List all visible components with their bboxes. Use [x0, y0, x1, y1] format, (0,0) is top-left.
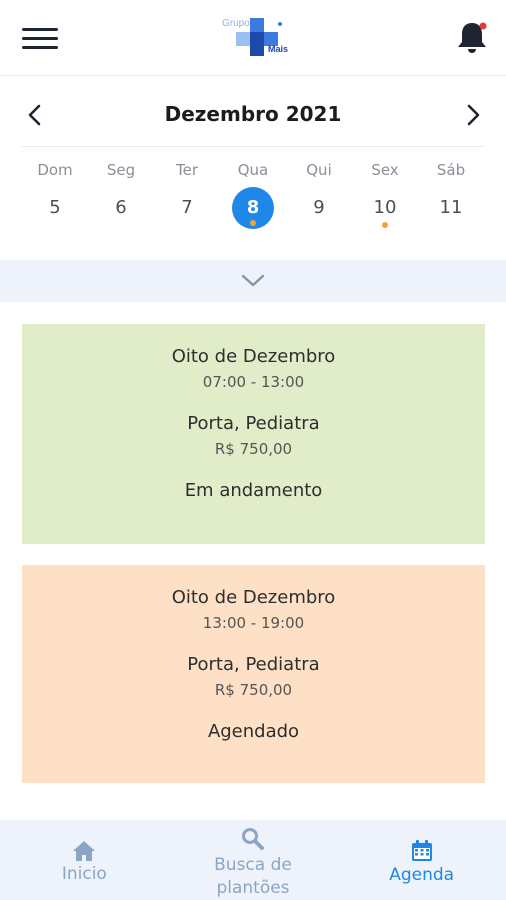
day-thursday[interactable]: Qui 9 [286, 158, 352, 238]
divider [22, 146, 484, 147]
shift-price: R$ 750,00 [214, 440, 293, 458]
day-name: Qua [237, 161, 269, 179]
shift-title: Oito de Dezembro [171, 346, 336, 367]
nav-home[interactable]: Inicio [0, 820, 169, 900]
day-number: 10 [373, 197, 397, 218]
shift-price: R$ 750,00 [214, 681, 293, 699]
hamburger-menu-icon[interactable] [22, 26, 60, 52]
notification-dot [479, 22, 487, 30]
shift-place: Porta, Pediatra [187, 654, 320, 675]
day-number: 11 [439, 197, 463, 218]
day-number: 5 [49, 197, 61, 218]
home-icon [73, 841, 96, 861]
day-name: Ter [175, 161, 198, 179]
day-name: Seg [106, 161, 136, 179]
day-sunday[interactable]: Dom 5 [22, 158, 88, 238]
chevron-down-icon [241, 274, 265, 287]
day-name: Sáb [436, 161, 466, 179]
event-dot [382, 222, 388, 228]
nav-home-label: Inicio [61, 864, 107, 884]
shift-place: Porta, Pediatra [187, 413, 320, 434]
nav-agenda[interactable]: Agenda [337, 820, 506, 900]
shift-card[interactable]: Oito de Dezembro 13:00 - 19:00 Porta, Pe… [22, 565, 485, 783]
expand-calendar-button[interactable] [0, 260, 506, 302]
shift-time: 07:00 - 13:00 [202, 373, 305, 391]
day-friday[interactable]: Sex 10 [352, 158, 418, 238]
day-monday[interactable]: Seg 6 [88, 158, 154, 238]
logo-text-bottom: Mais [268, 44, 289, 54]
day-tuesday[interactable]: Ter 7 [154, 158, 220, 238]
top-bar: Grupo Mais [0, 0, 506, 76]
day-number: 7 [181, 197, 193, 218]
shift-title: Oito de Dezembro [171, 587, 336, 608]
shift-time: 13:00 - 19:00 [202, 614, 305, 632]
week-strip: Dom 5 Seg 6 Ter 7 Qua 8 Qui 9 Sex 10 Sáb… [22, 158, 484, 238]
day-wednesday-selected[interactable]: Qua 8 [220, 158, 286, 238]
search-icon [242, 828, 264, 850]
day-name: Qui [306, 161, 332, 179]
month-title: Dezembro 2021 [164, 102, 342, 126]
day-name: Dom [37, 161, 73, 179]
app-logo: Grupo Mais [220, 16, 300, 58]
calendar-icon [411, 840, 432, 861]
day-number: 6 [115, 197, 127, 218]
day-saturday[interactable]: Sáb 11 [418, 158, 484, 238]
bottom-navigation: Inicio Busca de plantões Agenda [0, 820, 506, 900]
nav-search-label-line2: plantões [216, 878, 290, 898]
chevron-right-icon[interactable] [460, 102, 486, 128]
shift-status: Agendado [207, 721, 300, 742]
event-dot [250, 220, 256, 226]
nav-agenda-label: Agenda [389, 865, 455, 885]
nav-search-label-line1: Busca de [214, 855, 292, 875]
nav-search-shifts[interactable]: Busca de plantões [169, 820, 338, 900]
day-name: Sex [371, 161, 399, 179]
bell-icon[interactable] [456, 20, 488, 56]
shift-card[interactable]: Oito de Dezembro 07:00 - 13:00 Porta, Pe… [22, 324, 485, 544]
day-number: 9 [313, 197, 325, 218]
shift-status: Em andamento [184, 480, 323, 501]
logo-text-top: Grupo [222, 18, 250, 29]
month-navigation: Dezembro 2021 [0, 90, 506, 140]
